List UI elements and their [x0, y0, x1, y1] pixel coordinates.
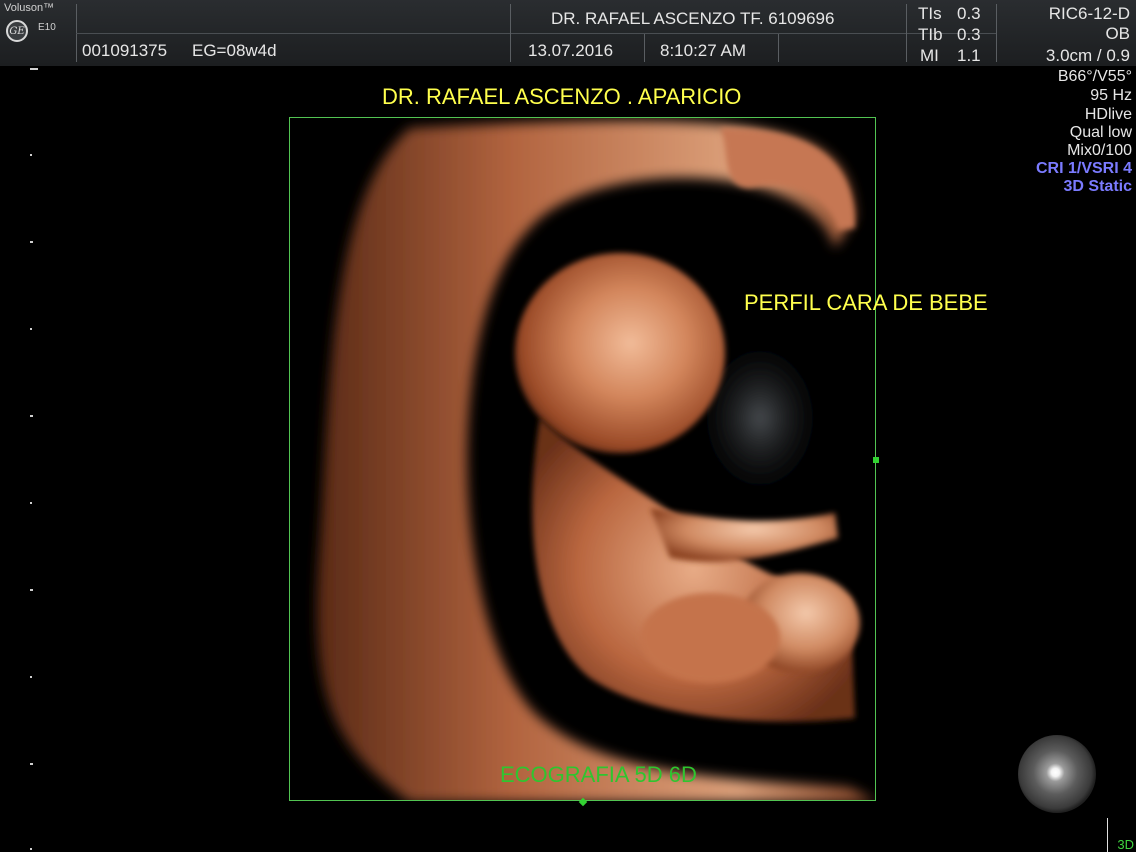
depth-tick [30, 848, 32, 850]
depth-tick [30, 502, 32, 504]
gestational-age: EG=08w4d [192, 41, 277, 60]
param-acquisition: 3D Static [1063, 178, 1132, 195]
depth-tick [30, 589, 33, 591]
depth-tick [30, 68, 38, 70]
exam-date: 13.07.2016 [528, 41, 614, 60]
header-divider [906, 4, 907, 62]
header-divider [644, 34, 645, 62]
ge-logo: GE [6, 20, 28, 42]
ti-label: TIs [918, 4, 942, 23]
param-cri: CRI 1/VSRI 4 [1035, 160, 1132, 177]
preset-label: OB [1105, 24, 1130, 43]
watermark-label: ECOGRAFIA 5D 6D [500, 762, 697, 787]
ti-label: MI [920, 46, 939, 65]
header-doctor: DR. RAFAEL ASCENZO TF. 6109696 [551, 9, 835, 28]
exam-time: 8:10:27 AM [660, 41, 747, 60]
ti-value: 0.3 [957, 25, 981, 44]
param-angle: B66°/V55° [1057, 68, 1132, 85]
ti-value: 1.1 [957, 46, 981, 65]
depth-tick [30, 763, 33, 765]
header-divider [510, 4, 511, 62]
patient-id: 001091375 [82, 41, 168, 60]
fetus-3d-render [316, 120, 874, 800]
param-quality: Qual low [1069, 124, 1132, 141]
render-roi-box[interactable] [289, 117, 876, 801]
ti-value: 0.3 [957, 4, 981, 23]
depth-tick [30, 154, 32, 156]
depth-tick [30, 415, 33, 417]
header-divider [778, 34, 779, 62]
depth-tick [30, 241, 33, 243]
param-render-mode: HDlive [1084, 106, 1132, 123]
header-bar: Voluson™ GE E10 001091375 EG=08w4d DR. R… [0, 0, 1136, 66]
brand-label: Voluson™ [4, 2, 55, 14]
header-divider-horizontal [76, 33, 996, 34]
doctor-overlay: DR. RAFAEL ASCENZO . APARICIO [382, 84, 742, 109]
mode-indicator: 3D [1117, 837, 1134, 852]
corner-divider [1107, 818, 1108, 852]
depth-tick [30, 328, 32, 330]
model-label: E10 [38, 22, 56, 33]
depth-tick [30, 676, 32, 678]
ti-label: TIb [918, 25, 943, 44]
annotation-label: PERFIL CARA DE BEBE [744, 290, 988, 315]
roi-side-handle[interactable] [873, 457, 879, 463]
depth-label: 3.0cm / 0.9 [1045, 46, 1130, 65]
trackball-orientation-icon [1018, 735, 1096, 813]
param-mix: Mix0/100 [1067, 142, 1132, 159]
probe-label: RIC6-12-D [1048, 4, 1130, 23]
header-divider [996, 4, 997, 62]
param-frequency: 95 Hz [1090, 87, 1132, 104]
